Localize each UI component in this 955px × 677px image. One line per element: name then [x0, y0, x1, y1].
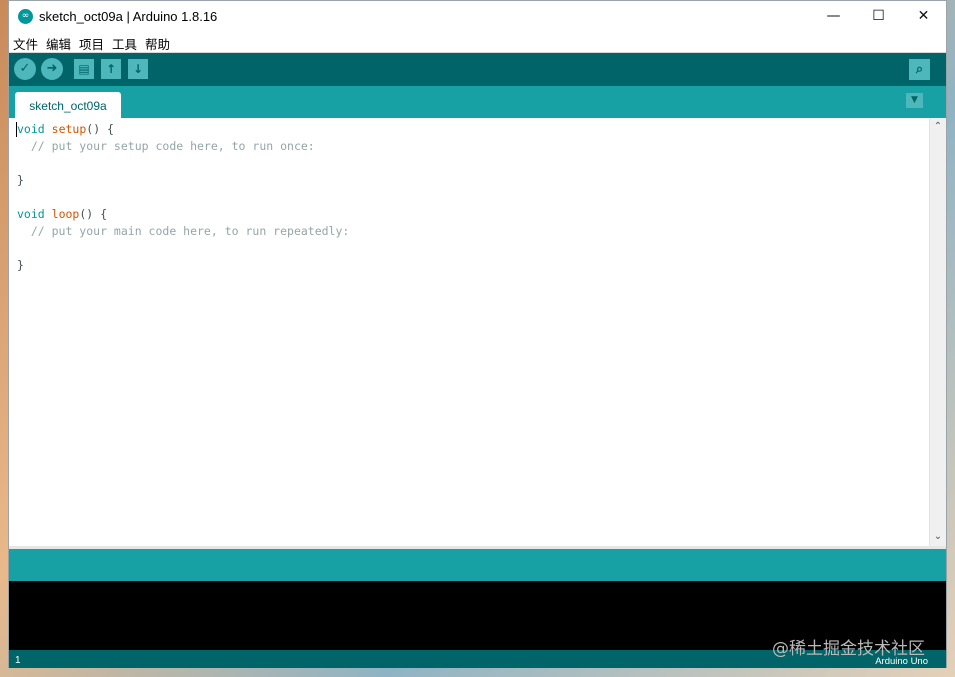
save-sketch-button[interactable]: ↓: [128, 59, 148, 79]
menu-help[interactable]: 帮助: [145, 34, 170, 53]
tab-bar: sketch_oct09a ▼: [9, 86, 946, 118]
comment-token: // put your main code here, to run repea…: [17, 224, 350, 238]
keyword-token: void: [17, 122, 45, 136]
code-line: }: [17, 173, 24, 187]
minimize-button[interactable]: —: [811, 1, 856, 32]
verify-button[interactable]: ✓: [14, 58, 36, 80]
tab-sketch-oct09a[interactable]: sketch_oct09a: [15, 92, 121, 118]
code-line: // put your setup code here, to run once…: [17, 138, 349, 155]
menu-edit[interactable]: 编辑: [46, 34, 71, 53]
menu-sketch[interactable]: 项目: [79, 34, 104, 53]
function-token: setup: [51, 122, 87, 136]
window-title: sketch_oct09a | Arduino 1.8.16: [39, 9, 218, 24]
code-line: }: [17, 258, 24, 272]
comment-token: // put your setup code here, to run once…: [17, 139, 315, 153]
serial-monitor-button[interactable]: ⌕: [909, 59, 930, 80]
toolbar: ✓ ➜ ▤ ↑ ↓ ⌕: [9, 53, 946, 86]
menu-bar: 文件 编辑 项目 工具 帮助: [9, 32, 946, 53]
editor-scrollbar[interactable]: ⌃ ⌄: [929, 118, 946, 546]
new-sketch-button[interactable]: ▤: [74, 59, 94, 79]
open-sketch-button[interactable]: ↑: [101, 59, 121, 79]
arduino-logo-icon: ∞: [18, 9, 33, 24]
function-token: loop: [51, 207, 80, 221]
menu-tools[interactable]: 工具: [112, 34, 137, 53]
line-number: 1: [15, 655, 21, 666]
upload-button[interactable]: ➜: [41, 58, 63, 80]
scroll-up-icon[interactable]: ⌃: [930, 119, 946, 135]
arduino-ide-window: ∞ sketch_oct09a | Arduino 1.8.16 — ☐ ✕ 文…: [8, 0, 947, 668]
code-line: void setup() {: [17, 122, 114, 136]
tab-menu-icon[interactable]: ▼: [906, 93, 923, 108]
code-editor[interactable]: void setup() { // put your setup code he…: [9, 118, 946, 546]
message-area: [9, 549, 946, 581]
code-line: void loop() {: [17, 207, 108, 221]
watermark: @稀土掘金技术社区: [772, 639, 925, 659]
keyword-token: void: [17, 207, 45, 221]
maximize-button[interactable]: ☐: [856, 1, 901, 32]
scroll-down-icon[interactable]: ⌄: [930, 529, 946, 545]
code-text[interactable]: void setup() { // put your setup code he…: [17, 121, 349, 274]
code-line: // put your main code here, to run repea…: [17, 223, 350, 240]
menu-file[interactable]: 文件: [13, 34, 38, 53]
title-bar[interactable]: ∞ sketch_oct09a | Arduino 1.8.16 — ☐ ✕: [9, 1, 946, 32]
close-button[interactable]: ✕: [901, 1, 946, 32]
